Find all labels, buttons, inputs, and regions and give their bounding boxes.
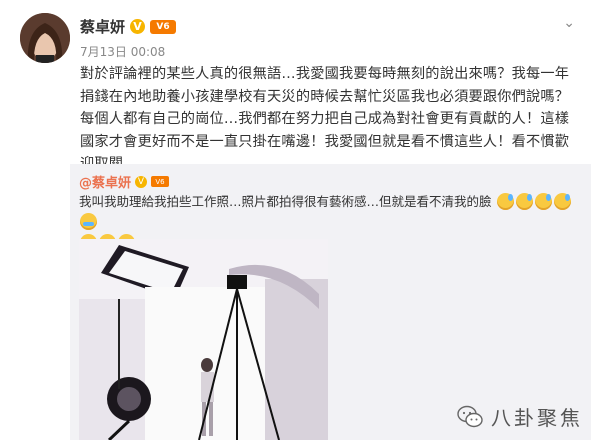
watermark-text: 八卦聚焦: [491, 406, 583, 430]
watermark: 八卦聚焦: [457, 402, 583, 431]
laugh-cry-emoticon-icon: [80, 213, 97, 230]
verified-badge-icon: V: [130, 19, 146, 34]
post-text: 對於評論裡的某些人真的很無語…我愛國我要每時無刻的說出來嗎？我每一年捐錢在內地助…: [80, 66, 570, 172]
repost-card: @蔡卓妍 V V6 我叫我助理給我拍些工作照…照片都拍得很有藝術感…但就是看不清…: [70, 164, 591, 440]
chevron-down-icon[interactable]: ⌄: [563, 15, 575, 31]
vip-badge-icon[interactable]: V6: [150, 19, 177, 34]
verified-badge-icon: V: [135, 175, 148, 188]
wechat-icon: [457, 405, 483, 427]
sweat-emoticon-icon: [553, 193, 571, 210]
post-photo[interactable]: [79, 239, 328, 440]
sweat-emoticon-icon: [496, 193, 514, 210]
author-row: 蔡卓妍 V V6: [80, 16, 177, 37]
repost-author[interactable]: @蔡卓妍: [79, 172, 131, 191]
avatar[interactable]: [20, 13, 70, 63]
author-name[interactable]: 蔡卓妍: [80, 16, 125, 37]
sweat-emoticon-icon: [515, 193, 533, 210]
sweat-emoticon-icon: [534, 193, 552, 210]
post-timestamp[interactable]: 7月13日 00:08: [80, 43, 165, 60]
vip-badge-icon[interactable]: V6: [151, 176, 170, 187]
repost-text: 我叫我助理給我拍些工作照…照片都拍得很有藝術感…但就是看不清我的臉: [79, 194, 492, 209]
repost-header: @蔡卓妍 V V6: [79, 172, 170, 191]
